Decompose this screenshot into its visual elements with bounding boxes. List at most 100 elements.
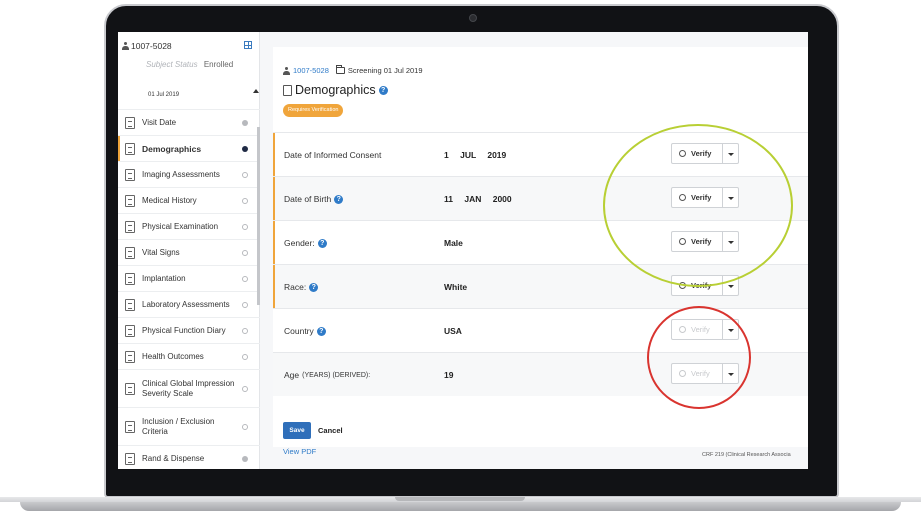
sidebar-item-implantation[interactable]: Implantation: [118, 265, 260, 291]
save-button[interactable]: Save: [283, 422, 311, 439]
subject-id[interactable]: 1007-5028: [122, 41, 172, 51]
subject-status: Subject Status Enrolled: [146, 60, 233, 69]
status-dot-icon: [242, 249, 248, 256]
form-actions: Save Cancel: [283, 422, 343, 439]
subject-link[interactable]: 1007-5028: [293, 66, 329, 75]
document-icon: [125, 324, 135, 337]
help-icon[interactable]: ?: [316, 326, 326, 336]
status-dot-icon: [242, 301, 248, 308]
document-icon: [125, 420, 135, 433]
subject-status-label: Subject Status: [146, 60, 198, 69]
document-icon: [125, 194, 135, 207]
document-icon: [125, 116, 135, 129]
sidebar-item-label: Vital Signs: [142, 247, 180, 257]
user-icon: [283, 66, 290, 75]
sidebar-item-health-outcomes[interactable]: Health Outcomes: [118, 343, 260, 369]
sidebar-item-label: Visit Date: [142, 117, 177, 127]
view-pdf-link[interactable]: View PDF: [283, 447, 316, 456]
document-icon: [125, 350, 135, 363]
breadcrumb: 1007-5028 Screening 01 Jul 2019: [283, 65, 423, 75]
field-label: Race:?: [284, 282, 319, 292]
field-label: Gender:?: [284, 238, 327, 248]
field-label-text: Date of Informed Consent: [284, 150, 382, 160]
sidebar-item-label: Laboratory Assessments: [142, 299, 230, 309]
sidebar: 1007-5028 Subject Status Enrolled 01 Jul…: [118, 32, 260, 469]
status-dot-icon: [242, 145, 248, 152]
sidebar-item-medical-history[interactable]: Medical History: [118, 187, 260, 213]
document-icon: [125, 168, 135, 181]
field-label: Date of Birth?: [284, 194, 344, 204]
subject-id-text: 1007-5028: [131, 41, 172, 51]
help-icon[interactable]: ?: [334, 194, 344, 204]
sidebar-item-demographics[interactable]: Demographics: [118, 135, 260, 161]
field-label-text: Age: [284, 370, 300, 380]
status-dot-icon: [242, 197, 248, 204]
status-badge: Requires Verification: [283, 104, 344, 117]
field-value[interactable]: USA: [444, 326, 462, 336]
collapse-up-icon[interactable]: [253, 89, 259, 93]
highlight-circle-green: [603, 124, 793, 287]
folder-icon: [335, 65, 345, 74]
subject-header: 1007-5028 Subject Status Enrolled: [118, 32, 260, 84]
sidebar-item-vital-signs[interactable]: Vital Signs: [118, 239, 260, 265]
help-icon[interactable]: ?: [317, 238, 327, 248]
field-value[interactable]: White: [444, 282, 467, 292]
status-dot-icon: [242, 275, 248, 282]
sidebar-item-label: Medical History: [142, 195, 197, 205]
sidebar-item-label: Physical Examination: [142, 221, 219, 231]
highlight-circle-red: [647, 306, 751, 409]
sidebar-item-label: Physical Function Diary: [142, 325, 226, 335]
status-dot-icon: [242, 385, 248, 392]
sidebar-item-label: Implantation: [142, 273, 186, 283]
field-label-text: Race:: [284, 282, 307, 292]
visit-date-selector[interactable]: 01 Jul 2019: [148, 92, 179, 98]
sidebar-item-rand-dispense[interactable]: Rand & Dispense: [118, 445, 260, 469]
status-dot-icon: [242, 327, 248, 334]
field-label: Country?: [284, 326, 326, 336]
visit-name: Screening 01 Jul 2019: [347, 66, 423, 75]
cancel-button[interactable]: Cancel: [318, 426, 343, 435]
field-value[interactable]: 11 JAN 2000: [444, 194, 512, 204]
grid-icon[interactable]: [244, 41, 252, 49]
field-label: Date of Informed Consent: [284, 150, 381, 160]
document-icon: [283, 84, 292, 96]
document-icon: [125, 142, 135, 155]
field-label: Age (YEARS) (DERIVED):: [284, 370, 370, 380]
laptop-notch: [395, 497, 525, 501]
laptop-base-bottom: [20, 502, 901, 511]
page-title: Demographics ?: [283, 83, 388, 97]
sidebar-item-laboratory-assessments[interactable]: Laboratory Assessments: [118, 291, 260, 317]
help-icon[interactable]: ?: [378, 85, 388, 95]
sidebar-item-label: Demographics: [142, 143, 202, 154]
field-value[interactable]: 1 JUL 2019: [444, 150, 506, 160]
sidebar-item-label: Inclusion / Exclusion Criteria: [142, 416, 215, 436]
status-dot-icon: [242, 119, 248, 126]
document-icon: [125, 452, 135, 465]
sidebar-item-label: Rand & Dispense: [142, 453, 205, 463]
sidebar-item-physical-function-diary[interactable]: Physical Function Diary: [118, 317, 260, 343]
sidebar-item-imaging-assessments[interactable]: Imaging Assessments: [118, 161, 260, 187]
form-footer: View PDF CRF 219 (Clinical Research Asso…: [273, 447, 808, 469]
document-icon: [125, 246, 135, 259]
laptop-base: [0, 497, 921, 516]
sidebar-item-inclusion-exclusion[interactable]: Inclusion / Exclusion Criteria: [118, 407, 260, 445]
page-title-text: Demographics: [295, 83, 376, 97]
document-icon: [125, 382, 135, 395]
field-label-text: Country: [284, 326, 314, 336]
sidebar-item-physical-examination[interactable]: Physical Examination: [118, 213, 260, 239]
sidebar-item-clinical-global-impression[interactable]: Clinical Global Impression Severity Scal…: [118, 369, 260, 407]
sidebar-item-label: Clinical Global Impression Severity Scal…: [142, 378, 235, 398]
sidebar-item-label: Health Outcomes: [142, 351, 204, 361]
sidebar-item-visit-date[interactable]: Visit Date: [118, 109, 260, 135]
field-value[interactable]: Male: [444, 238, 463, 248]
status-dot-icon: [242, 455, 248, 462]
field-label-text: Gender:: [284, 238, 315, 248]
sidebar-item-label: Imaging Assessments: [142, 169, 220, 179]
camera-icon: [469, 14, 477, 22]
status-dot-icon: [242, 353, 248, 360]
document-icon: [125, 220, 135, 233]
status-dot-icon: [242, 423, 248, 430]
help-icon[interactable]: ?: [309, 282, 319, 292]
document-icon: [125, 298, 135, 311]
field-unit: (YEARS) (DERIVED):: [302, 371, 371, 379]
